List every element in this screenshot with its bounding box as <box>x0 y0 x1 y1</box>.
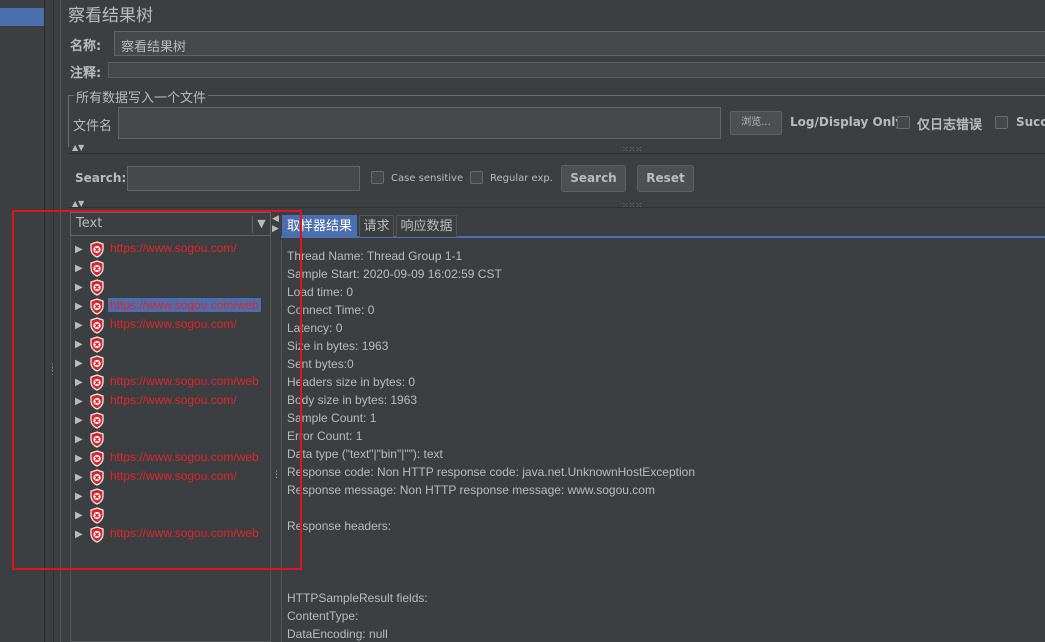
name-field[interactable]: 察看结果树 <box>114 31 1045 56</box>
result-line: Size in bytes: 1963 <box>287 339 389 353</box>
search-label: Search: <box>75 171 127 185</box>
result-line: Headers size in bytes: 0 <box>287 375 416 389</box>
resize-grip-icon[interactable]: ⁙⁙⁙ <box>622 201 642 210</box>
browse-button[interactable]: 浏览... <box>730 111 782 135</box>
collapse-arrows-icon[interactable]: ▲▼ <box>72 143 84 152</box>
name-label: 名称: <box>70 39 102 54</box>
result-line: Thread Name: Thread Group 1-1 <box>287 249 463 263</box>
successes-label: Succ <box>1016 115 1045 129</box>
log-display-label: Log/Display Only: <box>790 115 908 129</box>
separator <box>68 207 1045 208</box>
separator <box>68 153 1045 154</box>
search-input[interactable] <box>127 166 360 191</box>
result-line: Response headers: <box>287 519 392 533</box>
selected-tree-node[interactable] <box>0 8 44 26</box>
case-sensitive-checkbox[interactable] <box>371 171 384 184</box>
search-button[interactable]: Search <box>561 165 626 192</box>
regex-checkbox[interactable] <box>470 171 483 184</box>
page-title: 察看结果树 <box>68 6 153 26</box>
reset-button[interactable]: Reset <box>637 165 694 192</box>
errors-only-label: 仅日志错误 <box>917 118 983 133</box>
result-line: Response code: Non HTTP response code: j… <box>287 465 696 479</box>
errors-only-checkbox[interactable] <box>897 116 910 129</box>
result-line: Body size in bytes: 1963 <box>287 393 418 407</box>
filename-label: 文件名 <box>73 119 113 134</box>
case-sensitive-label: Case sensitive <box>391 173 464 184</box>
sampler-result-panel[interactable] <box>281 240 1045 642</box>
result-line: DataEncoding: null <box>287 627 388 641</box>
comment-label: 注释: <box>70 66 102 81</box>
result-line: ContentType: <box>287 609 359 623</box>
annotation-highlight-box <box>12 210 302 570</box>
comment-field[interactable] <box>108 62 1045 78</box>
file-output-legend: 所有数据写入一个文件 <box>74 87 209 106</box>
tab-response-data[interactable]: 响应数据 <box>396 215 457 237</box>
regex-label: Regular exp. <box>490 173 553 184</box>
filename-input[interactable] <box>118 107 721 139</box>
tab-request[interactable]: 请求 <box>359 215 394 237</box>
result-line: HTTPSampleResult fields: <box>287 591 428 605</box>
result-line: Sample Start: 2020-09-09 16:02:59 CST <box>287 267 502 281</box>
successes-checkbox[interactable] <box>995 116 1008 129</box>
result-line: Response message: Non HTTP response mess… <box>287 483 655 497</box>
result-line: Data type ("text"|"bin"|""): text <box>287 447 443 461</box>
